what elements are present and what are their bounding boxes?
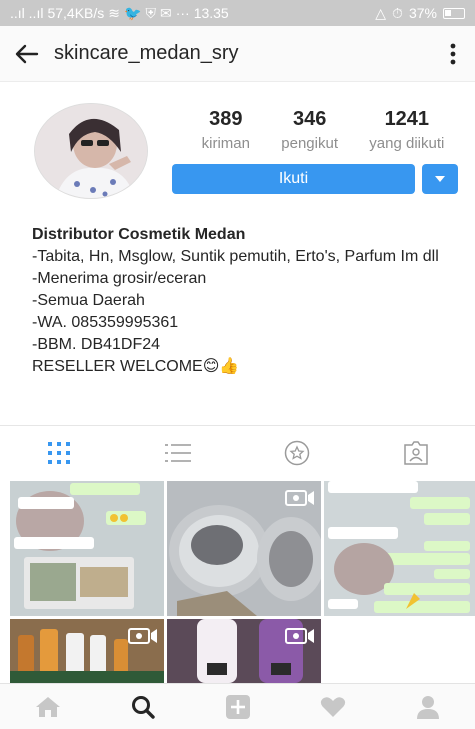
more-vertical-icon xyxy=(450,43,456,64)
following-value: 1241 xyxy=(384,108,430,130)
bio-name: Distributor Cosmetik Medan xyxy=(32,226,246,243)
alarm-icon: ⏱ xyxy=(392,4,403,21)
following-label: yang diikuti xyxy=(369,135,445,152)
chevron-down-icon xyxy=(435,176,445,182)
post-thumbnail[interactable] xyxy=(10,619,164,683)
battery-icon xyxy=(443,7,465,19)
battery-percent: 37% xyxy=(408,5,437,21)
grid-icon xyxy=(48,441,71,464)
bio-line: RESELLER WELCOME😊👍 xyxy=(32,358,240,375)
warning-icon: △ xyxy=(375,4,387,21)
video-icon xyxy=(285,490,314,506)
more-options-button[interactable] xyxy=(431,26,475,82)
signal-text: ..ıl ..ıl xyxy=(10,5,44,21)
posts-label: kiriman xyxy=(201,135,250,152)
list-icon xyxy=(165,443,192,462)
nav-profile[interactable] xyxy=(380,684,475,729)
followers-value: 346 xyxy=(292,108,327,130)
bio-line: -WA. 085359995361 xyxy=(32,314,179,331)
tab-tagged[interactable] xyxy=(238,426,357,479)
tab-list[interactable] xyxy=(119,426,238,479)
followers-label: pengikut xyxy=(281,135,338,152)
tab-photos-of-you[interactable] xyxy=(356,426,475,479)
suggestions-dropdown-button[interactable] xyxy=(422,164,458,194)
status-bar: ..ıl ..ıl 57,4KB/s ≋ 🐦 ⛨ ✉ ··· 13.35 △ ⏱… xyxy=(0,0,475,26)
back-button[interactable] xyxy=(0,26,54,82)
more-notifications-icon: ··· xyxy=(175,5,190,21)
mail-icon: ✉ xyxy=(159,4,172,21)
posts-count[interactable]: 389 kiriman xyxy=(202,108,250,152)
post-thumbnail[interactable] xyxy=(167,481,321,616)
post-image xyxy=(10,481,164,616)
twitter-icon: 🐦 xyxy=(124,4,142,21)
bio-line: -Menerima grosir/eceran xyxy=(32,270,207,287)
heart-icon xyxy=(320,696,345,717)
post-thumbnail[interactable] xyxy=(324,481,475,616)
nav-home[interactable] xyxy=(0,684,95,729)
bio-line: -Tabita, Hn, Msglow, Suntik pemutih, Ert… xyxy=(32,248,439,265)
follow-button[interactable]: Ikuti xyxy=(172,164,415,194)
add-icon xyxy=(225,694,250,719)
profile-bio: Distributor Cosmetik Medan -Tabita, Hn, … xyxy=(32,224,457,378)
bio-line: -Semua Daerah xyxy=(32,292,145,309)
bio-line: -BBM. DB41DF24 xyxy=(32,336,161,353)
arrow-left-icon xyxy=(15,44,39,63)
nav-activity[interactable] xyxy=(285,684,380,729)
avatar-photo xyxy=(35,104,147,198)
profile-header: skincare_medan_sry xyxy=(0,26,475,82)
shield-icon: ⛨ xyxy=(145,4,156,21)
post-thumbnail[interactable] xyxy=(167,619,321,683)
profile-icon xyxy=(416,695,439,719)
following-count[interactable]: 1241 yang diikuti xyxy=(369,108,444,152)
followers-count[interactable]: 346 pengikut xyxy=(281,108,338,152)
posts-value: 389 xyxy=(209,108,243,130)
tagged-star-icon xyxy=(284,440,310,465)
avatar[interactable] xyxy=(34,103,148,199)
page-title: skincare_medan_sry xyxy=(54,42,239,64)
tab-grid[interactable] xyxy=(0,426,119,479)
nav-add-post[interactable] xyxy=(190,684,285,729)
nav-search[interactable] xyxy=(95,684,190,729)
video-icon xyxy=(128,628,157,644)
search-icon xyxy=(131,695,155,719)
bottom-navigation xyxy=(0,683,475,729)
wifi-icon: ≋ xyxy=(108,4,121,21)
video-icon xyxy=(285,628,314,644)
profile-tabs xyxy=(0,425,475,479)
network-speed: 57,4KB/s xyxy=(47,5,105,21)
home-icon xyxy=(35,696,60,717)
post-thumbnail[interactable] xyxy=(10,481,164,616)
post-image xyxy=(324,481,475,616)
profile-stats: 389 kiriman 346 pengikut 1241 yang diiku… xyxy=(186,108,460,152)
photos-of-you-icon xyxy=(403,440,428,465)
clock-time: 13.35 xyxy=(193,5,229,21)
